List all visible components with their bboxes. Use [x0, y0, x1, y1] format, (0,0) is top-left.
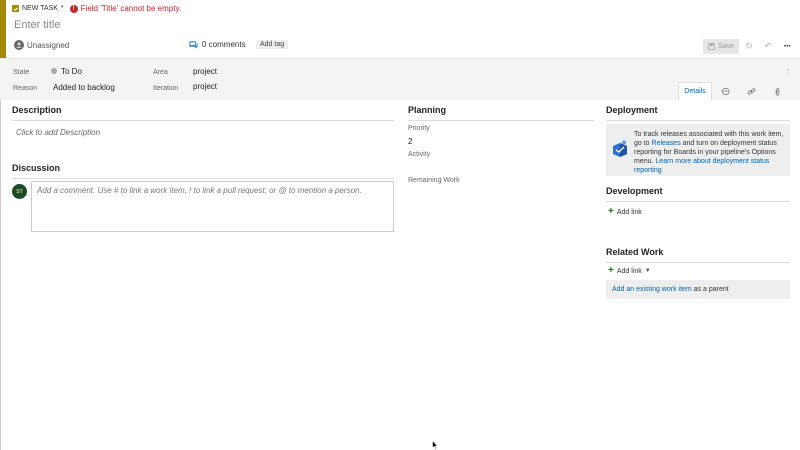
planning-divider	[408, 120, 594, 121]
comments-icon	[189, 41, 198, 49]
assigned-to-label: Unassigned	[27, 40, 70, 50]
area-dropdown[interactable]: project	[193, 67, 217, 76]
field-bar-more-icon[interactable]: ⋮	[784, 68, 791, 76]
undo-icon[interactable]: ↶	[762, 40, 774, 52]
title-input[interactable]	[14, 16, 514, 34]
plus-icon: +	[608, 206, 614, 217]
development-heading: Development	[606, 186, 663, 196]
tab-history[interactable]	[714, 83, 736, 99]
save-icon	[708, 43, 715, 50]
deployment-heading: Deployment	[606, 105, 658, 115]
priority-label: Priority	[408, 125, 430, 132]
discussion-divider	[12, 178, 394, 179]
development-add-link-button[interactable]: + Add link	[608, 206, 642, 217]
avatar: ST	[12, 184, 27, 199]
reason-label: Reason	[13, 85, 38, 92]
iteration-dropdown[interactable]: project	[193, 82, 217, 91]
related-work-heading: Related Work	[606, 247, 664, 257]
error-icon: !	[69, 4, 78, 13]
plus-icon: +	[608, 265, 614, 276]
task-type-indicator: NEW TASK * ! Field 'Title' cannot be emp…	[12, 4, 181, 13]
priority-field[interactable]: 2	[408, 137, 412, 146]
related-work-add-link-label: Add link	[616, 267, 642, 275]
add-existing-work-item-link[interactable]: Add an existing work item	[612, 286, 692, 293]
assigned-to-picker[interactable]: Unassigned	[14, 40, 69, 50]
description-heading: Description	[12, 105, 62, 115]
unassigned-avatar-icon	[14, 40, 24, 50]
tab-attachments[interactable]	[766, 83, 788, 99]
comments-count: 0 comments	[202, 40, 246, 49]
state-dot-icon	[51, 68, 57, 74]
tab-links[interactable]	[740, 83, 762, 99]
attachment-icon	[775, 87, 779, 95]
planning-heading: Planning	[408, 105, 446, 115]
learn-more-link[interactable]: Learn more about deployment status repor…	[634, 158, 769, 174]
deployment-info-box: To track releases associated with this w…	[606, 124, 790, 176]
related-work-add-link-button[interactable]: + Add link ▼	[608, 265, 651, 276]
development-add-link-label: Add link	[616, 208, 642, 216]
work-item-header: NEW TASK * ! Field 'Title' cannot be emp…	[6, 0, 800, 58]
add-tag-button[interactable]: Add tag	[256, 40, 289, 49]
state-dropdown[interactable]: To Do	[61, 67, 82, 76]
save-label: Save	[718, 43, 734, 50]
related-work-hint-suffix: as a parent	[691, 286, 729, 293]
task-type-label: NEW TASK	[22, 5, 58, 12]
state-label: State	[13, 69, 30, 76]
iteration-label: Iteration	[153, 85, 179, 92]
description-divider	[12, 120, 394, 121]
more-actions-icon[interactable]: ···	[781, 40, 793, 52]
left-border	[0, 58, 1, 450]
chevron-down-icon: ▼	[644, 268, 651, 274]
unsaved-marker: *	[60, 5, 64, 12]
discussion-heading: Discussion	[12, 163, 61, 173]
tab-details[interactable]: Details	[678, 82, 712, 101]
link-icon	[747, 87, 755, 95]
rocket-icon	[613, 140, 627, 157]
field-bar: State To Do Reason Added to backlog Area…	[0, 58, 800, 101]
development-divider	[606, 201, 790, 202]
history-icon	[720, 87, 729, 95]
refresh-icon[interactable]: ↻	[743, 40, 755, 52]
mouse-cursor-icon	[432, 440, 438, 450]
activity-label: Activity	[408, 151, 431, 158]
comments-link[interactable]: 0 comments	[189, 40, 246, 49]
deployment-info-text: To track releases associated with this w…	[634, 130, 786, 175]
remaining-work-label: Remaining Work	[408, 177, 460, 184]
comment-input[interactable]: Add a comment. Use # to link a work item…	[31, 181, 394, 232]
area-label: Area	[153, 69, 168, 76]
related-work-divider	[606, 262, 790, 263]
releases-link[interactable]: Releases	[652, 140, 681, 147]
task-checkbox-icon	[12, 5, 19, 12]
description-editor[interactable]: Click to add Description	[16, 128, 100, 137]
related-work-hint: Add an existing work item as a parent	[606, 280, 790, 299]
reason-dropdown[interactable]: Added to backlog	[53, 83, 115, 92]
error-message: Field 'Title' cannot be empty.	[80, 4, 182, 13]
save-button[interactable]: Save	[703, 39, 739, 54]
deployment-divider	[606, 120, 790, 121]
